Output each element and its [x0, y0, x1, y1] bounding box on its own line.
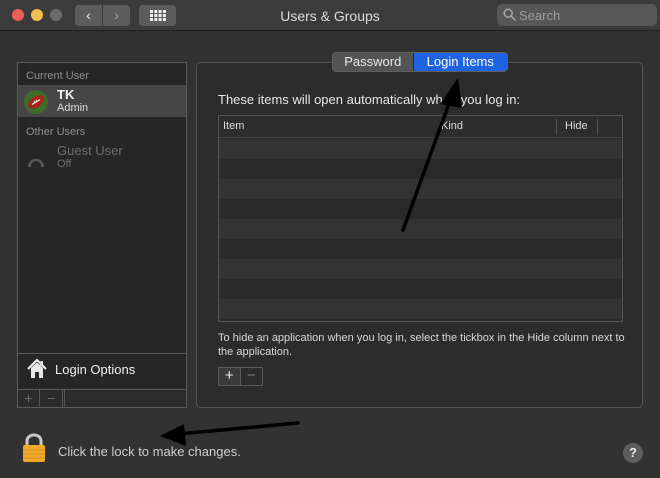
user-row-guest[interactable]: Guest User Off: [18, 141, 186, 173]
login-items-table[interactable]: Item Kind Hide: [218, 115, 623, 322]
column-header-kind[interactable]: Kind: [441, 120, 463, 132]
login-items-intro: These items will open automatically when…: [218, 92, 521, 107]
lock-icon[interactable]: [21, 432, 47, 464]
table-header: Item Kind Hide: [219, 116, 622, 138]
house-icon: [27, 358, 47, 378]
table-row: [219, 239, 622, 259]
user-name: Guest User: [57, 143, 123, 158]
other-users-heading: Other Users: [26, 126, 86, 138]
table-row: [219, 139, 622, 159]
add-login-item-button[interactable]: +: [219, 368, 241, 385]
user-role: Admin: [57, 102, 89, 114]
tab-bar: Password Login Items: [332, 52, 508, 72]
table-row: [219, 299, 622, 319]
current-user-heading: Current User: [26, 70, 89, 82]
column-divider: [597, 119, 598, 135]
table-row: [219, 199, 622, 219]
table-row: [219, 279, 622, 299]
table-row: [219, 259, 622, 279]
sidebar-footer: + −: [18, 389, 186, 407]
login-options-item[interactable]: Login Options: [18, 353, 186, 383]
table-row: [219, 159, 622, 179]
guest-avatar-icon: [24, 146, 48, 170]
footer-divider: [64, 390, 65, 407]
tab-login-items[interactable]: Login Items: [413, 53, 507, 71]
user-row-tk[interactable]: TK Admin: [18, 85, 186, 117]
lock-message: Click the lock to make changes.: [58, 444, 241, 459]
help-button[interactable]: ?: [623, 443, 643, 463]
arrow-to-lock: [160, 421, 300, 446]
login-options-label: Login Options: [55, 362, 136, 377]
column-header-item[interactable]: Item: [223, 120, 244, 132]
search-field[interactable]: [497, 4, 657, 26]
table-row: [219, 179, 622, 199]
login-items-add-remove: + −: [218, 367, 263, 386]
football-avatar-icon: [24, 90, 48, 114]
search-icon: [503, 8, 516, 21]
user-name: TK: [57, 87, 75, 102]
column-divider: [556, 119, 557, 135]
title-bar: ‹ › Users & Groups: [0, 0, 660, 31]
add-user-button[interactable]: +: [18, 390, 40, 407]
user-role: Off: [57, 158, 72, 170]
column-header-hide[interactable]: Hide: [565, 120, 588, 132]
users-sidebar: Current User TK Admin Other Users Guest …: [17, 62, 187, 408]
table-row: [219, 219, 622, 239]
search-input[interactable]: [519, 6, 649, 24]
remove-user-button[interactable]: −: [41, 390, 63, 407]
remove-login-item-button[interactable]: −: [241, 368, 262, 385]
tab-password[interactable]: Password: [333, 53, 414, 71]
hide-help-text: To hide an application when you log in, …: [218, 332, 625, 358]
